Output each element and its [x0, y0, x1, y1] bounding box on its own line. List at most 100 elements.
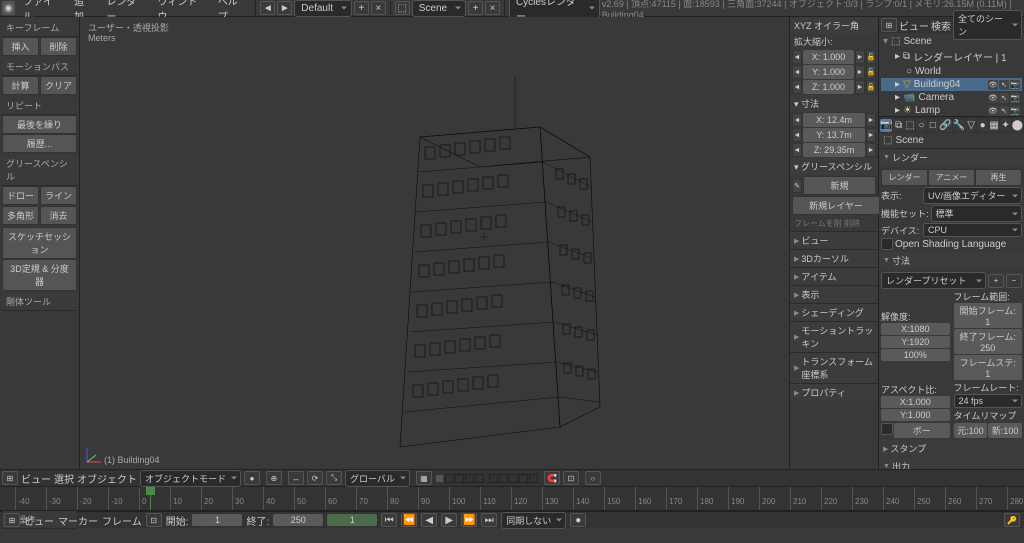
grease-poly-button[interactable]: 多角形	[2, 206, 39, 225]
remove-scene-icon[interactable]: ×	[485, 1, 500, 15]
scale-x-lock[interactable]: 🔓	[866, 50, 876, 64]
camera-icon[interactable]: 📷	[1010, 80, 1020, 90]
keyframe-delete-button[interactable]: 削除	[40, 37, 77, 56]
rotation-mode-label[interactable]: XYZ オイラー角	[790, 17, 878, 34]
camera-icon[interactable]: 📷	[1010, 106, 1020, 116]
tl-current-field[interactable]: 1	[327, 514, 377, 526]
n-cursor-header[interactable]: 3Dカーソル	[790, 249, 878, 267]
timeline-editor-icon[interactable]: ⊞	[4, 513, 20, 527]
scale-z-dec[interactable]: ◄	[792, 80, 802, 94]
blender-logo-icon[interactable]: ◉	[2, 1, 15, 15]
display-select[interactable]: UV/画像エディター	[923, 187, 1022, 204]
outliner-editor-icon[interactable]: ⊞	[881, 18, 897, 32]
tl-sync-select[interactable]: 同期しない	[501, 512, 566, 529]
dimensions-section-header[interactable]: 寸法	[879, 252, 1024, 269]
grease-new-button[interactable]: 新規	[803, 176, 876, 195]
grease-draw-button[interactable]: ドロー	[2, 186, 39, 205]
outliner-view[interactable]: ビュー	[899, 18, 929, 33]
n-display-header[interactable]: 表示	[790, 285, 878, 303]
n-properties-header[interactable]: プロパティ	[790, 383, 878, 401]
manipulator-translate-icon[interactable]: ↔	[288, 471, 304, 485]
snap-target-icon[interactable]: ⊡	[563, 471, 579, 485]
tab-modifiers-icon[interactable]: 🔧	[953, 119, 965, 132]
remap-new-field[interactable]: 新:100	[988, 423, 1022, 438]
tree-lamp[interactable]: ▸☀Lamp👁↖📷	[881, 104, 1022, 117]
scale-y-dec[interactable]: ◄	[792, 65, 802, 79]
frame-step-field[interactable]: フレームステ: 1	[954, 355, 1023, 380]
history-button[interactable]: 履歴...	[2, 134, 77, 153]
tab-data-icon[interactable]: ▽	[966, 119, 976, 132]
scale-y-field[interactable]: Y: 1.000	[803, 65, 854, 79]
aspect-y-field[interactable]: Y:1.000	[881, 409, 950, 421]
tab-constraints-icon[interactable]: 🔗	[939, 119, 951, 132]
n-view-header[interactable]: ビュー	[790, 231, 878, 249]
vb-view[interactable]: ビュー	[21, 471, 51, 486]
border-checkbox[interactable]	[881, 423, 893, 435]
tl-play-icon[interactable]: ▶	[441, 513, 457, 527]
tab-layers-icon[interactable]: ⧉	[893, 119, 903, 132]
layer-buttons[interactable]	[435, 474, 538, 483]
preset-add-icon[interactable]: +	[988, 274, 1004, 288]
tl-autokey-icon[interactable]: ●	[570, 513, 586, 527]
res-pct-field[interactable]: 100%	[881, 349, 950, 361]
pivot-icon[interactable]: ⊕	[266, 471, 282, 485]
dim-y-dec[interactable]: ◄	[792, 128, 802, 142]
dim-y-field[interactable]: Y: 13.7m	[803, 128, 865, 142]
tl-start-field[interactable]: 1	[192, 514, 242, 526]
cursor-icon[interactable]: ↖	[999, 106, 1009, 116]
n-item-header[interactable]: アイテム	[790, 267, 878, 285]
scale-x-dec[interactable]: ◄	[792, 50, 802, 64]
dim-x-inc[interactable]: ►	[866, 113, 876, 127]
tree-camera[interactable]: ▸📹Camera👁↖📷	[881, 91, 1022, 104]
n-shading-header[interactable]: シェーディング	[790, 303, 878, 321]
tab-physics-icon[interactable]: ⬤	[1012, 119, 1023, 132]
add-scene-icon[interactable]: +	[468, 1, 483, 15]
timeline-playhead[interactable]	[150, 487, 151, 510]
timeline-ruler[interactable]: -40-30-20-100102030405060708090100110120…	[0, 487, 1024, 511]
res-x-field[interactable]: X:1080	[881, 323, 950, 335]
orientation-selector[interactable]: グローバル	[345, 470, 410, 487]
scale-z-inc[interactable]: ►	[855, 80, 865, 94]
tl-first-icon[interactable]: ⏮	[381, 513, 397, 527]
aspect-x-field[interactable]: X:1.000	[881, 396, 950, 408]
frame-end-field[interactable]: 終了フレーム: 250	[954, 329, 1023, 354]
scale-x-inc[interactable]: ►	[855, 50, 865, 64]
animation-button[interactable]: アニメー	[928, 169, 975, 186]
scale-z-lock[interactable]: 🔓	[866, 80, 876, 94]
feature-select[interactable]: 標準	[931, 205, 1022, 222]
tl-view[interactable]: ビュー	[24, 513, 54, 528]
eye-icon[interactable]: 👁	[988, 80, 998, 90]
frame-start-field[interactable]: 開始フレーム: 1	[954, 303, 1023, 328]
output-section-header[interactable]: 出力	[879, 458, 1024, 469]
motionpath-clear-button[interactable]: クリア	[40, 76, 77, 95]
rigidbody-header[interactable]: 剛体ツール	[2, 293, 77, 311]
remap-old-field[interactable]: 元:100	[954, 423, 988, 438]
play-button[interactable]: 再生	[975, 169, 1022, 186]
outliner-search[interactable]: 検索	[931, 18, 951, 33]
tab-scene-icon[interactable]: ⬚	[905, 119, 915, 132]
tl-end-field[interactable]: 250	[273, 514, 323, 526]
scale-x-field[interactable]: X: 1.000	[803, 50, 854, 64]
tab-render-icon[interactable]: 📷	[880, 119, 892, 132]
grease-line-button[interactable]: ライン	[40, 186, 77, 205]
grease-new-icon[interactable]: ✎	[792, 179, 802, 193]
stamp-section-header[interactable]: スタンプ	[879, 440, 1024, 457]
tl-frame[interactable]: フレーム	[102, 513, 142, 528]
tl-key-icon[interactable]: 🔑	[1004, 513, 1020, 527]
scene-selector[interactable]: Scene	[412, 0, 466, 17]
grease-newlayer-button[interactable]: 新規レイヤー	[792, 196, 880, 215]
layers-icon[interactable]: ▦	[416, 471, 432, 485]
sketch-session-button[interactable]: スケッチセッション	[2, 227, 77, 259]
mode-selector[interactable]: オブジェクトモード	[140, 470, 241, 487]
add-layout-icon[interactable]: +	[354, 1, 369, 15]
dim-z-field[interactable]: Z: 29.35m	[803, 143, 865, 157]
grease-erase-button[interactable]: 消去	[40, 206, 77, 225]
manipulator-rotate-icon[interactable]: ⟳	[307, 471, 323, 485]
tab-world-icon[interactable]: ○	[916, 119, 926, 132]
dim-x-field[interactable]: X: 12.4m	[803, 113, 865, 127]
n-motiontrack-header[interactable]: モーショントラッキン	[790, 321, 878, 352]
tl-last-icon[interactable]: ⏭	[481, 513, 497, 527]
proportional-icon[interactable]: ○	[585, 471, 601, 485]
tl-playrev-icon[interactable]: ◀	[421, 513, 437, 527]
render-button[interactable]: レンダー	[881, 169, 928, 186]
